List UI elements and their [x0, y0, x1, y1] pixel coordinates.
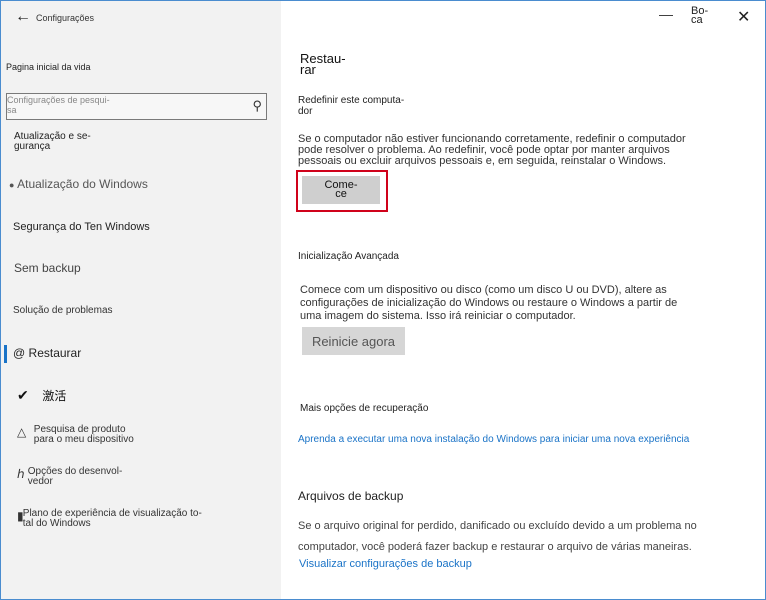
- sidebar-item-label: Opções do desenvol- vedor: [27, 466, 123, 487]
- advanced-startup-heading: Inicialização Avançada: [298, 251, 399, 262]
- app-title: Configurações: [36, 13, 95, 23]
- active-indicator: [4, 345, 7, 363]
- advanced-startup-description: Comece com um dispositivo ou disco (como…: [300, 284, 678, 322]
- sidebar-item-developer[interactable]: ℎ Opções do desenvol- vedor: [17, 467, 122, 487]
- start-button[interactable]: Come- ce: [302, 176, 380, 204]
- sidebar-item-label: Sem backup: [14, 261, 81, 275]
- sidebar-item-label: 激活: [42, 389, 67, 403]
- bullet-icon: ●: [9, 180, 15, 190]
- search-icon[interactable]: ⚲: [252, 98, 262, 114]
- home-link[interactable]: Pagina inicial da vida: [6, 62, 91, 72]
- sidebar-item-label: Solução de problemas: [13, 305, 113, 316]
- sidebar-item-security[interactable]: Segurança do Ten Windows: [13, 221, 150, 233]
- developer-icon: ℎ: [17, 467, 25, 481]
- restart-now-button[interactable]: Reinicie agora: [302, 327, 405, 355]
- sidebar-item-restore[interactable]: @ Restaurar: [13, 346, 81, 360]
- page-title: Restau- rar: [300, 51, 346, 77]
- section-heading: Atualização e se- gurança: [14, 131, 91, 152]
- back-arrow-icon[interactable]: ←: [15, 7, 35, 27]
- backup-files-description: Se o arquivo original for perdido, danif…: [298, 520, 697, 553]
- sidebar: ← Configurações Pagina inicial da vida C…: [1, 1, 281, 599]
- at-icon: @: [13, 346, 26, 360]
- person-icon: △: [17, 425, 27, 439]
- reset-heading: Redefinir este computa- dor: [298, 95, 405, 117]
- sidebar-item-label: Pesquisa de produto para o meu dispositi…: [33, 424, 134, 445]
- sidebar-item-find-device[interactable]: △ Pesquisa de produto para o meu disposi…: [17, 425, 134, 445]
- settings-window: ← Configurações Pagina inicial da vida C…: [0, 0, 766, 600]
- main-panel: — Bo- ca ✕ Restau- rar Redefinir este co…: [281, 1, 765, 599]
- sidebar-item-label: Segurança do Ten Windows: [13, 221, 150, 233]
- sidebar-item-label: Plano de experiência de visualização to-…: [22, 508, 202, 529]
- reset-description: Se o computador não estiver funcionando …: [298, 133, 686, 167]
- sidebar-item-insider[interactable]: ▮ Plano de experiência de visualização t…: [17, 509, 202, 529]
- sidebar-item-label: Atualização do Windows: [17, 177, 148, 191]
- sidebar-item-backup[interactable]: Sem backup: [14, 261, 81, 275]
- backup-files-heading: Arquivos de backup: [298, 489, 404, 503]
- sidebar-item-windows-update[interactable]: ● Atualização do Windows: [9, 177, 148, 191]
- search-input[interactable]: Configurações de pesqui- sa ⚲: [6, 93, 267, 120]
- more-recovery-heading: Mais opções de recuperação: [300, 403, 429, 414]
- insider-icon: ▮: [17, 509, 24, 523]
- close-icon[interactable]: ✕: [737, 7, 750, 27]
- sidebar-item-label: Restaurar: [28, 346, 82, 360]
- check-circle-icon: ✔︎: [17, 387, 29, 403]
- search-placeholder: Configurações de pesqui- sa: [7, 95, 110, 115]
- fresh-install-link[interactable]: Aprenda a executar uma nova instalação d…: [298, 434, 698, 446]
- sidebar-item-troubleshoot[interactable]: Solução de problemas: [13, 305, 113, 316]
- sidebar-item-activation[interactable]: ✔︎ 激活: [17, 387, 66, 404]
- backup-settings-link[interactable]: Visualizar configurações de backup: [299, 558, 472, 570]
- minimize-icon[interactable]: —: [659, 6, 673, 22]
- titlebar-label: Bo- ca: [691, 5, 709, 26]
